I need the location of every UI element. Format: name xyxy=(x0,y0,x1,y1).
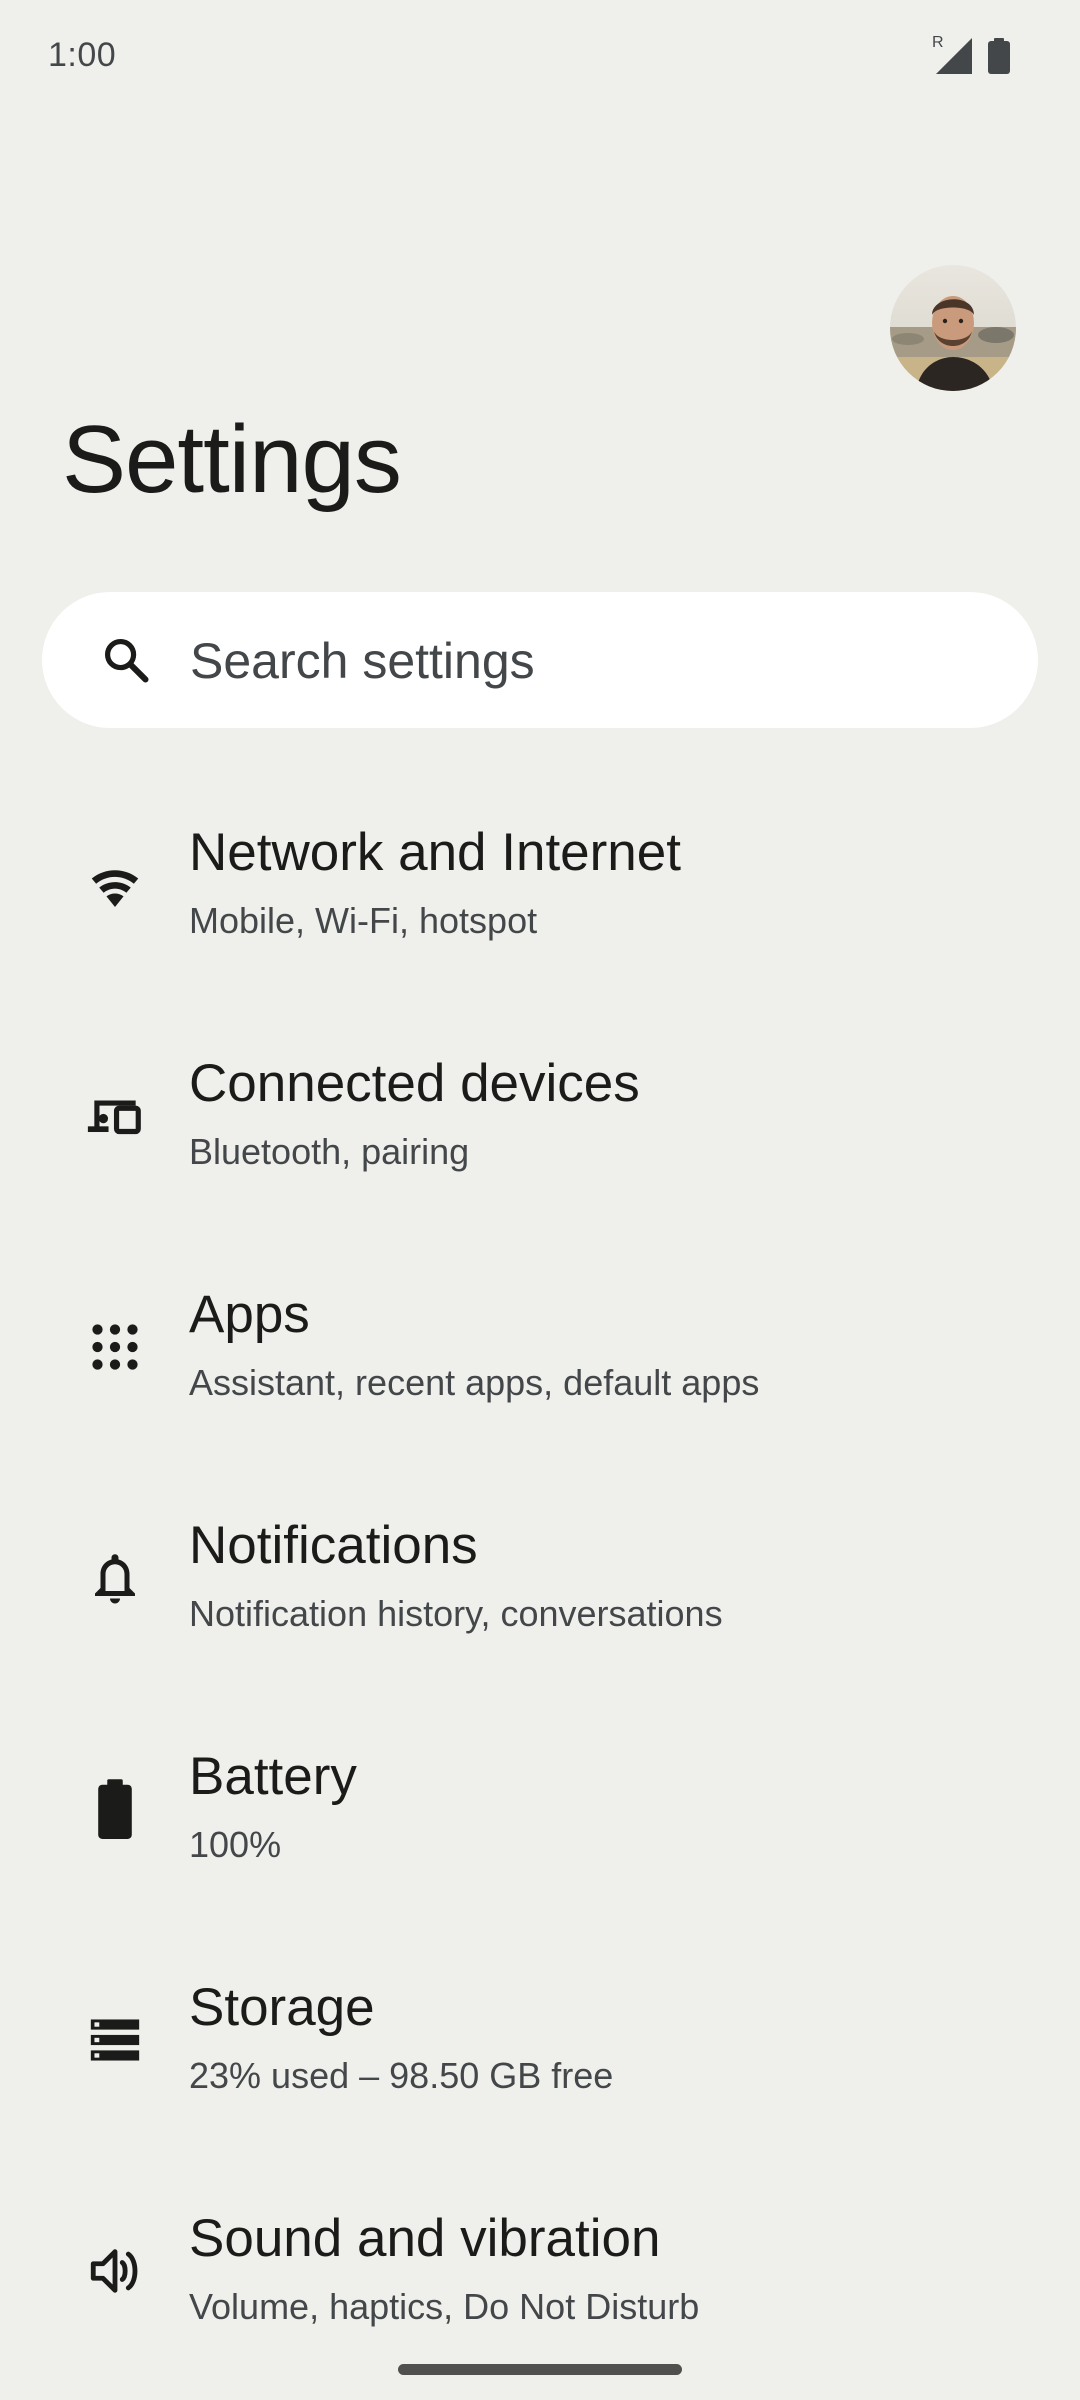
settings-item-subtitle: Bluetooth, pairing xyxy=(189,1131,470,1172)
settings-screen: 1:00 R Settings Search settings Network … xyxy=(0,0,1080,2400)
settings-item-subtitle: 100% xyxy=(189,1824,282,1865)
search-bar[interactable]: Search settings xyxy=(42,592,1038,728)
settings-item-title: Apps xyxy=(189,1285,310,1344)
settings-item-subtitle: Assistant, recent apps, default apps xyxy=(189,1362,760,1403)
settings-item-network[interactable]: Network and Internet Mobile, Wi-Fi, hots… xyxy=(0,770,1080,1001)
settings-item-subtitle: Volume, haptics, Do Not Disturb xyxy=(189,2286,700,2327)
status-icons: R xyxy=(932,34,1010,74)
settings-list: Network and Internet Mobile, Wi-Fi, hots… xyxy=(0,770,1080,2387)
battery-icon xyxy=(80,1774,150,1844)
settings-item-notifications[interactable]: Notifications Notification history, conv… xyxy=(0,1463,1080,1694)
settings-item-storage[interactable]: Storage 23% used – 98.50 GB free xyxy=(0,1925,1080,2156)
settings-item-title: Sound and vibration xyxy=(189,2209,661,2268)
bell-icon xyxy=(80,1543,150,1613)
settings-item-title: Notifications xyxy=(189,1516,478,1575)
roaming-indicator: R xyxy=(932,34,944,51)
status-time: 1:00 xyxy=(48,36,117,74)
settings-item-title: Battery xyxy=(189,1747,357,1806)
settings-item-connected-devices[interactable]: Connected devices Bluetooth, pairing xyxy=(0,1001,1080,1232)
settings-item-subtitle: Mobile, Wi-Fi, hotspot xyxy=(189,900,538,941)
search-icon xyxy=(100,634,152,686)
settings-item-apps[interactable]: Apps Assistant, recent apps, default app… xyxy=(0,1232,1080,1463)
settings-item-subtitle: 23% used – 98.50 GB free xyxy=(189,2055,614,2096)
page-title: Settings xyxy=(62,406,402,513)
search-input[interactable]: Search settings xyxy=(190,632,535,690)
battery-status-icon xyxy=(988,38,1010,74)
settings-item-title: Connected devices xyxy=(189,1054,640,1113)
settings-item-sound[interactable]: Sound and vibration Volume, haptics, Do … xyxy=(0,2156,1080,2387)
profile-avatar[interactable] xyxy=(890,265,1016,391)
connected-devices-icon xyxy=(80,1081,150,1151)
settings-item-title: Storage xyxy=(189,1978,375,2037)
settings-item-title: Network and Internet xyxy=(189,823,681,882)
settings-item-subtitle: Notification history, conversations xyxy=(189,1593,723,1634)
settings-item-battery[interactable]: Battery 100% xyxy=(0,1694,1080,1925)
wifi-icon xyxy=(80,850,150,920)
storage-icon xyxy=(80,2005,150,2075)
status-bar: 1:00 R xyxy=(0,0,1080,120)
apps-grid-icon xyxy=(80,1312,150,1382)
navigation-handle[interactable] xyxy=(398,2364,682,2375)
volume-icon xyxy=(80,2236,150,2306)
signal-icon: R xyxy=(932,34,972,74)
